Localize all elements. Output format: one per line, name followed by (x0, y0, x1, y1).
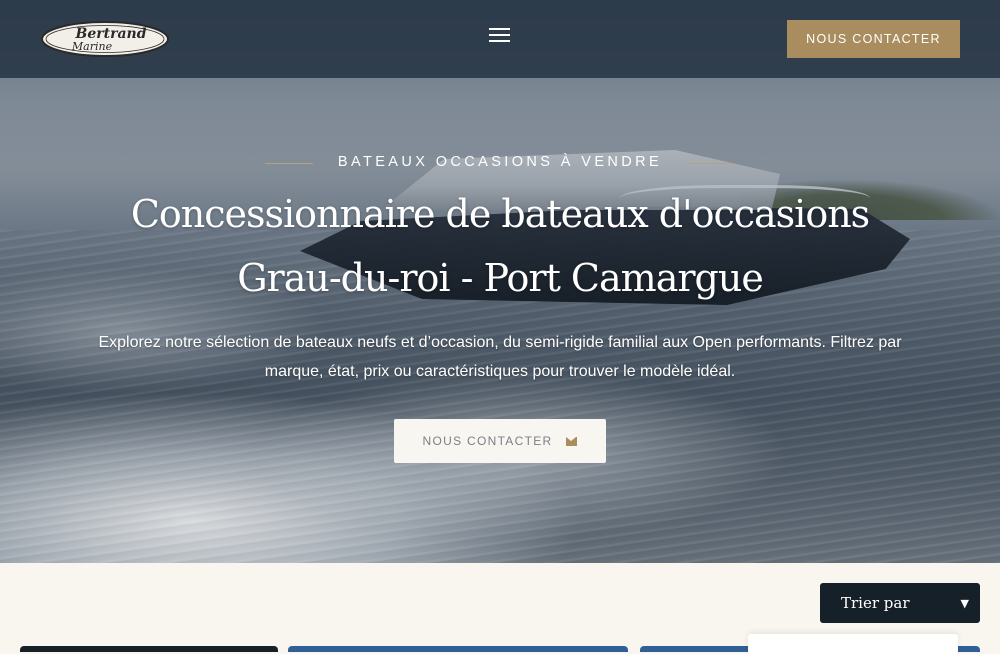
hero-contact-label: NOUS CONTACTER (422, 434, 553, 448)
hero-eyebrow-text: BATEAUX OCCASIONS À VENDRE (337, 154, 663, 170)
sort-select-label: Trier par (841, 594, 910, 612)
logo-marine-text: Marine (71, 40, 113, 53)
listing-card[interactable] (288, 646, 628, 652)
hero-title-line1: Concessionnaire de bateaux d'occasions (130, 192, 870, 236)
filter-panel (748, 634, 958, 654)
envelope-icon (566, 436, 578, 446)
hero-banner: BATEAUX OCCASIONS À VENDRE Concessionnai… (0, 0, 1000, 563)
listing-card[interactable] (20, 646, 278, 652)
bertrand-marine-logo[interactable]: Bertrand Marine (40, 20, 170, 58)
sort-select[interactable]: Trier par ▼ (820, 583, 980, 623)
chevron-down-icon: ▼ (960, 596, 969, 610)
header-contact-button[interactable]: NOUS CONTACTER (787, 20, 960, 58)
eyebrow-line-right (686, 163, 734, 164)
hero-intro-text: Explorez notre sélection de bateaux neuf… (98, 334, 902, 380)
hero-contact-button[interactable]: NOUS CONTACTER (394, 419, 606, 463)
hero-eyebrow: BATEAUX OCCASIONS À VENDRE (0, 154, 1000, 174)
hero-title-line2: Grau-du-roi - Port Camargue (237, 256, 764, 300)
site-header: Bertrand Marine NOUS CONTACTER (0, 0, 1000, 78)
hamburger-menu-icon[interactable] (488, 26, 512, 46)
